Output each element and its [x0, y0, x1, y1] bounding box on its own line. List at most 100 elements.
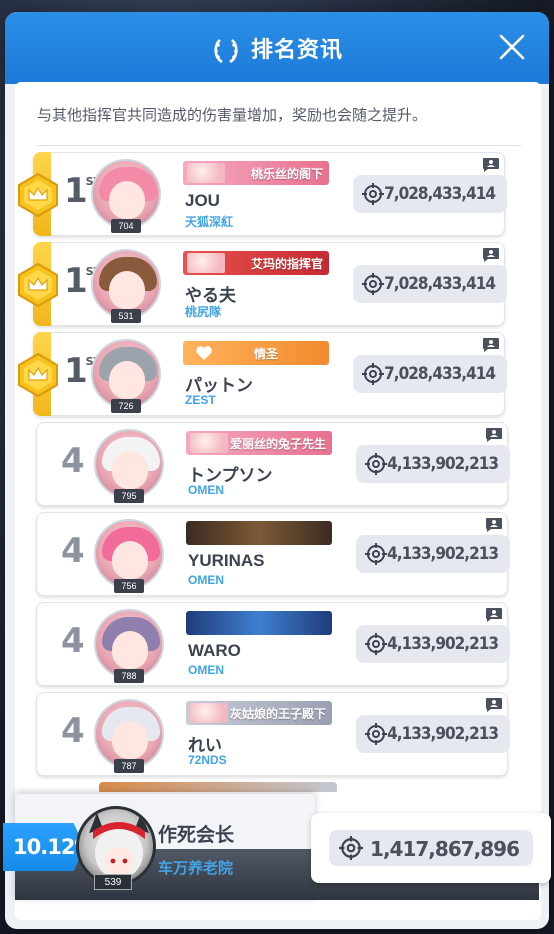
damage-score: 4,133,902,213: [387, 454, 499, 474]
player-level: 531: [111, 309, 141, 323]
target-icon: [365, 723, 387, 745]
banner-title: 爱丽丝的兔子先生: [229, 437, 326, 451]
banner-title: 艾玛的指挥官: [250, 257, 323, 271]
avatar-face: [112, 721, 148, 759]
profile-chat-icon[interactable]: [485, 427, 503, 443]
guild-name: ZEST: [185, 393, 216, 407]
player-level: 788: [114, 669, 144, 683]
description-text: 与其他指挥官共同造成的伤害量增加，奖励也会随之提升。: [37, 107, 428, 124]
guild-name: OMEN: [188, 663, 224, 677]
title-banner: [186, 611, 332, 635]
crown-medal-icon: [18, 173, 58, 217]
score-box: 7,028,433,414: [353, 265, 507, 303]
title-banner: 艾玛的指挥官: [183, 251, 329, 275]
my-name: 作死会长: [158, 825, 235, 846]
my-score-panel: 1,417,867,896: [311, 813, 551, 883]
ranking-row[interactable]: 4 795 爱丽丝的兔子先生 トンプソン OMEN 4,133,902,213: [36, 422, 510, 506]
banner-title: 灰姑娘的王子殿下: [229, 707, 326, 721]
target-icon: [362, 273, 384, 295]
profile-chat-icon[interactable]: [482, 337, 500, 353]
my-score: 1,417,867,896: [370, 837, 520, 861]
score-box: 7,028,433,414: [353, 355, 507, 393]
ranking-row[interactable]: 1ST704桃乐丝的阁下JOU天狐深紅7,028,433,414: [18, 152, 507, 236]
target-icon: [339, 836, 363, 860]
rank-number: 4: [61, 711, 85, 751]
ranking-row[interactable]: 1ST726情圣パットンZEST7,028,433,414: [18, 332, 507, 416]
crown-medal-icon: [18, 263, 58, 307]
banner-title: 桃乐丝的阁下: [250, 167, 323, 181]
profile-chat-icon[interactable]: [482, 247, 500, 263]
rank-value: 4: [61, 711, 85, 751]
damage-score: 7,028,433,414: [384, 274, 496, 294]
profile-chat-icon[interactable]: [485, 697, 503, 713]
rank-value: 1: [64, 171, 88, 211]
rank-value: 4: [61, 621, 85, 661]
target-icon: [362, 363, 384, 385]
rank-number: 4: [61, 621, 85, 661]
avatar-face: [112, 631, 148, 669]
ranking-row[interactable]: 1ST531艾玛的指挥官やる夫桃尻隊7,028,433,414: [18, 242, 507, 326]
rank-value: 1: [64, 351, 88, 391]
ranking-row[interactable]: 4 787 灰姑娘的王子殿下 れい 72NDS 4,133,902,213: [36, 692, 510, 776]
player-level: 756: [114, 579, 144, 593]
laurel-icon: [214, 39, 238, 64]
avatar-face: [109, 271, 145, 309]
rank-number: 4: [61, 531, 85, 571]
damage-score: 4,133,902,213: [387, 544, 499, 564]
title-banner: 灰姑娘的王子殿下: [186, 701, 332, 725]
player-name: WARO: [188, 641, 241, 660]
title-banner: 情圣: [183, 341, 329, 365]
my-score-box: 1,417,867,896: [329, 830, 533, 866]
dialog-title: 排名资讯: [250, 37, 343, 62]
target-icon: [365, 543, 387, 565]
damage-score: 7,028,433,414: [384, 364, 496, 384]
rank-value: 1: [64, 261, 88, 301]
title-banner: 桃乐丝的阁下: [183, 161, 329, 185]
banner-title: 情圣: [253, 347, 278, 361]
player-level: 795: [114, 489, 144, 503]
guild-name: 72NDS: [188, 753, 227, 767]
title-wrap: 排名资讯: [5, 32, 549, 66]
player-level: 704: [111, 219, 141, 233]
my-level: 539: [94, 874, 132, 890]
ranking-row[interactable]: 4 756 YURINAS OMEN 4,133,902,213: [36, 512, 510, 596]
score-box: 7,028,433,414: [353, 175, 507, 213]
ranking-row[interactable]: 4 788 WARO OMEN 4,133,902,213: [36, 602, 510, 686]
rank-value: 4: [61, 531, 85, 571]
avatar-face: [109, 181, 145, 219]
profile-chat-icon[interactable]: [482, 157, 500, 173]
rank-number: 4: [61, 441, 85, 481]
damage-score: 4,133,902,213: [387, 724, 499, 744]
score-box: 4,133,902,213: [356, 445, 510, 483]
close-button[interactable]: [497, 32, 527, 62]
damage-score: 7,028,433,414: [384, 184, 496, 204]
divider: [37, 145, 521, 146]
target-icon: [365, 453, 387, 475]
avatar-face: [112, 451, 148, 489]
title-banner: 爱丽丝的兔子先生: [186, 431, 332, 455]
score-box: 4,133,902,213: [356, 535, 510, 573]
title-banner: [186, 521, 332, 545]
profile-chat-icon[interactable]: [485, 517, 503, 533]
target-icon: [365, 633, 387, 655]
avatar-face: [109, 361, 145, 399]
avatar-face: [112, 541, 148, 579]
crown-medal-icon: [18, 353, 58, 397]
percentile-badge: 10.12%: [3, 823, 85, 871]
guild-name: 天狐深紅: [185, 215, 234, 229]
target-icon: [362, 183, 384, 205]
player-name: YURINAS: [188, 551, 265, 570]
guild-name: OMEN: [188, 573, 224, 587]
damage-score: 4,133,902,213: [387, 634, 499, 654]
rank-value: 4: [61, 441, 85, 481]
guild-name: OMEN: [188, 483, 224, 497]
my-guild: 车万养老院: [158, 860, 234, 877]
dialog-header: 排名资讯: [5, 12, 549, 84]
score-box: 4,133,902,213: [356, 625, 510, 663]
guild-name: 桃尻隊: [185, 305, 222, 319]
player-name: JOU: [185, 191, 220, 210]
score-box: 4,133,902,213: [356, 715, 510, 753]
player-level: 787: [114, 759, 144, 773]
profile-chat-icon[interactable]: [485, 607, 503, 623]
partial-list-item: [99, 782, 337, 792]
